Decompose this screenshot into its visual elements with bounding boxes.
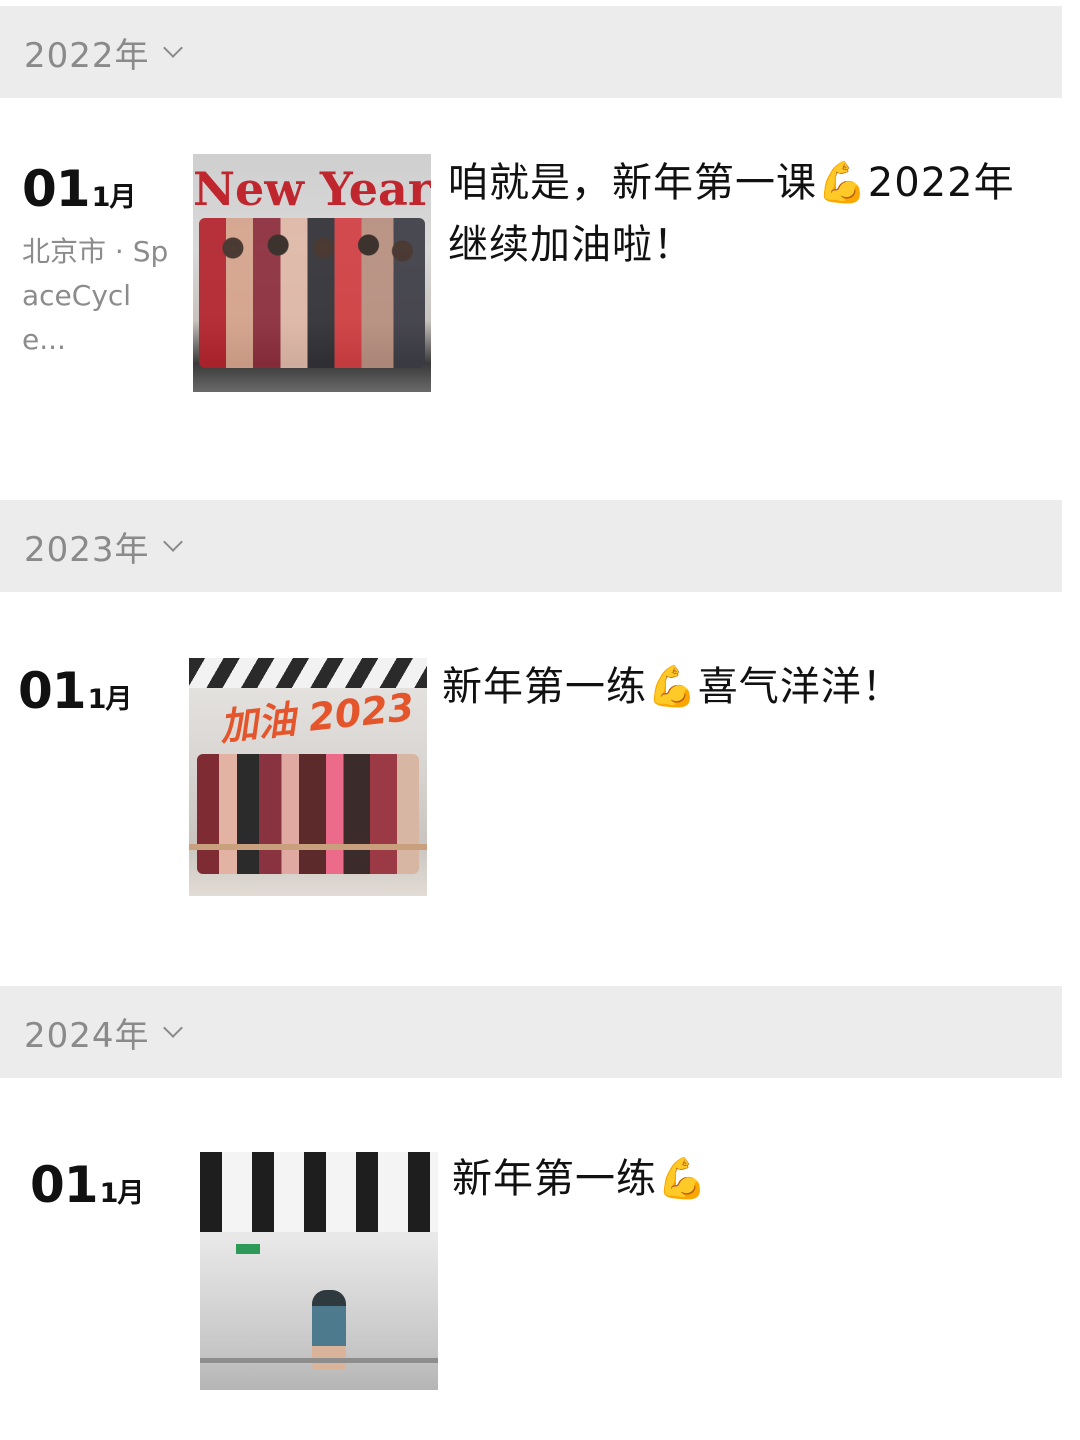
year-header-2024[interactable]: 2024年 [0,986,1062,1078]
post-caption: 新年第一练💪喜气洋洋！ [442,664,903,710]
post-thumbnail[interactable]: New Year [193,154,431,392]
post-caption: 新年第一练💪 [452,1156,708,1202]
post-month: 1月 [91,182,137,213]
thumbnail-exit-sign [236,1244,260,1254]
post-2022[interactable]: 011月 北京市 · SpaceCycle... New Year 咱就是，新年… [0,98,1062,478]
post-thumbnail[interactable] [200,1152,438,1390]
chevron-down-icon [162,532,183,552]
post-date: 011月 [22,160,137,218]
post-caption: 咱就是，新年第一课💪2022年继续加油啦！ [448,160,1015,268]
year-label: 2024年 [24,1015,150,1056]
year-header-2022[interactable]: 2022年 [0,6,1062,98]
thumbnail-barre [189,844,427,850]
moments-timeline: 2022年 011月 北京市 · SpaceCycle... New Year … [0,0,1080,1440]
post-thumbnail[interactable]: 加油 2023 [189,658,427,896]
post-month: 1月 [99,1178,145,1209]
post-day: 01 [22,160,91,218]
thumbnail-ceiling [200,1152,438,1232]
post-location: 北京市 · SpaceCycle... [22,235,169,356]
post-day: 01 [18,662,87,720]
post-day: 01 [30,1156,99,1214]
year-label: 2022年 [24,35,150,76]
thumbnail-barre [200,1358,438,1363]
post-month: 1月 [87,684,133,715]
thumbnail-banner-text: New Year [193,162,431,216]
post-date: 011月 [18,662,133,720]
post-2024[interactable]: 011月 新年第一练💪 [0,1078,1062,1418]
post-date: 011月 [30,1156,145,1214]
chevron-down-icon [162,38,183,58]
chevron-down-icon [162,1018,183,1038]
year-label: 2023年 [24,529,150,570]
thumbnail-photo [199,218,425,368]
thumbnail-photo [197,754,419,874]
post-2023[interactable]: 011月 加油 2023 新年第一练💪喜气洋洋！ [0,592,1062,962]
year-header-2023[interactable]: 2023年 [0,500,1062,592]
